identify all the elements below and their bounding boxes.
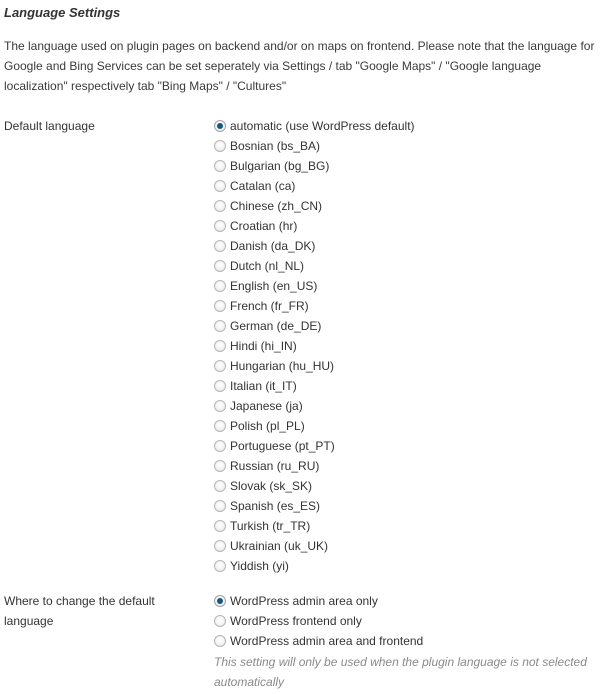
radio-icon-unselected[interactable]	[214, 615, 226, 627]
radio-option-label: WordPress frontend only	[230, 614, 362, 628]
radio-option-default-language[interactable]: Bosnian (bs_BA)	[214, 136, 600, 156]
radio-icon-unselected[interactable]	[214, 440, 226, 452]
radio-option-label: Portuguese (pt_PT)	[230, 439, 335, 453]
radio-option-label: Italian (it_IT)	[230, 379, 297, 393]
setting-label-where-to-change: Where to change the default language	[4, 594, 155, 628]
radio-option-default-language[interactable]: Danish (da_DK)	[214, 236, 600, 256]
radio-option-default-language[interactable]: Turkish (tr_TR)	[214, 516, 600, 536]
radio-option-label: English (en_US)	[230, 279, 318, 293]
radio-option-label: Bulgarian (bg_BG)	[230, 159, 330, 173]
radio-icon-unselected[interactable]	[214, 160, 226, 172]
radio-icon-unselected[interactable]	[214, 240, 226, 252]
radio-option-default-language[interactable]: Slovak (sk_SK)	[214, 476, 600, 496]
radio-icon-unselected[interactable]	[214, 320, 226, 332]
radio-option-default-language[interactable]: Croatian (hr)	[214, 216, 600, 236]
radio-icon-unselected[interactable]	[214, 300, 226, 312]
radio-option-label: Croatian (hr)	[230, 219, 298, 233]
radio-icon-unselected[interactable]	[214, 560, 226, 572]
radio-icon-unselected[interactable]	[214, 400, 226, 412]
radio-option-label: French (fr_FR)	[230, 299, 309, 313]
radio-option-default-language[interactable]: Hungarian (hu_HU)	[214, 356, 600, 376]
radio-option-default-language[interactable]: Chinese (zh_CN)	[214, 196, 600, 216]
radio-option-default-language[interactable]: Russian (ru_RU)	[214, 456, 600, 476]
radio-option-where-to-change-default-language[interactable]: WordPress admin area only	[214, 591, 600, 611]
radio-option-label: Catalan (ca)	[230, 179, 296, 193]
radio-icon-unselected[interactable]	[214, 420, 226, 432]
radio-icon-selected[interactable]	[214, 595, 226, 607]
radio-option-label: WordPress admin area and frontend	[230, 634, 424, 648]
radio-icon-unselected[interactable]	[214, 180, 226, 192]
radio-icon-unselected[interactable]	[214, 520, 226, 532]
radio-option-label: German (de_DE)	[230, 319, 322, 333]
radio-option-label: WordPress admin area only	[230, 594, 378, 608]
radio-icon-unselected[interactable]	[214, 220, 226, 232]
radio-option-default-language[interactable]: Italian (it_IT)	[214, 376, 600, 396]
radio-option-label: Turkish (tr_TR)	[230, 519, 311, 533]
section-description: The language used on plugin pages on bac…	[4, 39, 595, 93]
radio-option-default-language[interactable]: Bulgarian (bg_BG)	[214, 156, 600, 176]
radio-icon-unselected[interactable]	[214, 200, 226, 212]
radio-option-label: Bosnian (bs_BA)	[230, 139, 321, 153]
radio-option-label: Dutch (nl_NL)	[230, 259, 305, 273]
radio-option-default-language[interactable]: French (fr_FR)	[214, 296, 600, 316]
page-title: Language Settings	[4, 5, 121, 20]
radio-option-label: Russian (ru_RU)	[230, 459, 320, 473]
radio-icon-unselected[interactable]	[214, 635, 226, 647]
radio-option-default-language[interactable]: Ukrainian (uk_UK)	[214, 536, 600, 556]
radio-option-where-to-change-default-language[interactable]: WordPress admin area and frontend	[214, 631, 600, 651]
setting-label-default-language: Default language	[4, 119, 95, 133]
radio-option-default-language[interactable]: Polish (pl_PL)	[214, 416, 600, 436]
setting-row-default-language: Default language automatic (use WordPres…	[0, 116, 600, 576]
setting-row-where-to-change: Where to change the default language Wor…	[0, 591, 600, 692]
radio-option-default-language[interactable]: Catalan (ca)	[214, 176, 600, 196]
radio-option-label: Spanish (es_ES)	[230, 499, 321, 513]
radio-option-where-to-change-default-language[interactable]: WordPress frontend only	[214, 611, 600, 631]
language-settings-page: Language Settings The language used on p…	[0, 0, 600, 692]
radio-icon-unselected[interactable]	[214, 460, 226, 472]
radio-icon-selected[interactable]	[214, 120, 226, 132]
radio-group-default-language: automatic (use WordPress default) Bosnian…	[214, 116, 600, 576]
radio-option-label: Yiddish (yi)	[230, 559, 289, 573]
radio-option-default-language[interactable]: Portuguese (pt_PT)	[214, 436, 600, 456]
radio-option-default-language[interactable]: Spanish (es_ES)	[214, 496, 600, 516]
radio-option-default-language[interactable]: English (en_US)	[214, 276, 600, 296]
radio-option-label: Slovak (sk_SK)	[230, 479, 313, 493]
radio-option-label: automatic (use WordPress default)	[230, 119, 415, 133]
radio-option-default-language[interactable]: Japanese (ja)	[214, 396, 600, 416]
radio-option-label: Chinese (zh_CN)	[230, 199, 323, 213]
radio-icon-unselected[interactable]	[214, 260, 226, 272]
field-note-where-to-change: This setting will only be used when the …	[214, 655, 587, 689]
radio-option-default-language[interactable]: Yiddish (yi)	[214, 556, 600, 576]
radio-icon-unselected[interactable]	[214, 280, 226, 292]
radio-option-label: Ukrainian (uk_UK)	[230, 539, 329, 553]
radio-icon-unselected[interactable]	[214, 540, 226, 552]
radio-option-label: Danish (da_DK)	[230, 239, 316, 253]
radio-icon-unselected[interactable]	[214, 140, 226, 152]
settings-form: Default language automatic (use WordPres…	[0, 116, 600, 692]
radio-icon-unselected[interactable]	[214, 500, 226, 512]
radio-icon-unselected[interactable]	[214, 340, 226, 352]
radio-option-label: Hungarian (hu_HU)	[230, 359, 335, 373]
radio-icon-unselected[interactable]	[214, 480, 226, 492]
radio-group-where-to-change: WordPress admin area only WordPress front…	[214, 591, 600, 651]
radio-option-label: Japanese (ja)	[230, 399, 303, 413]
radio-option-label: Polish (pl_PL)	[230, 419, 305, 433]
radio-icon-unselected[interactable]	[214, 360, 226, 372]
radio-option-label: Hindi (hi_IN)	[230, 339, 297, 353]
radio-option-default-language[interactable]: automatic (use WordPress default)	[214, 116, 600, 136]
radio-option-default-language[interactable]: Dutch (nl_NL)	[214, 256, 600, 276]
radio-option-default-language[interactable]: German (de_DE)	[214, 316, 600, 336]
radio-icon-unselected[interactable]	[214, 380, 226, 392]
radio-option-default-language[interactable]: Hindi (hi_IN)	[214, 336, 600, 356]
